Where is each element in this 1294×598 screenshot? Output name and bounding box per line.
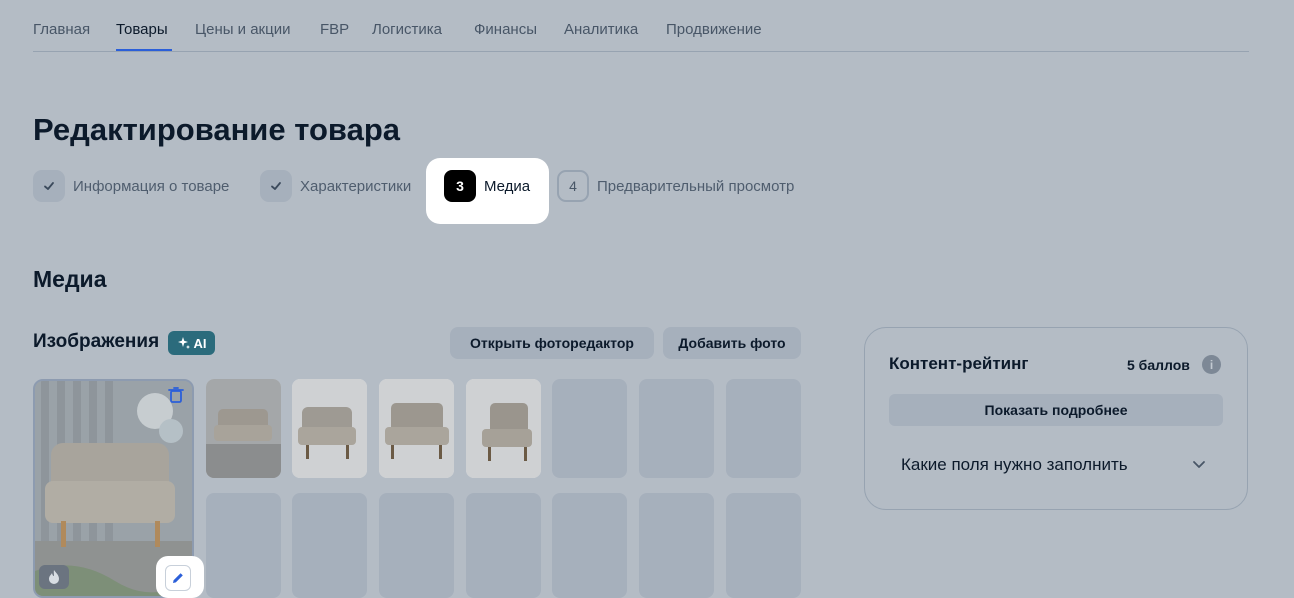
step-number: 3 (444, 170, 476, 202)
nav-tab-logistics[interactable]: Логистика (372, 21, 442, 38)
edit-photo-button[interactable] (165, 565, 191, 591)
content-rating-score: 5 баллов (1127, 357, 1190, 373)
photo-thumbnail[interactable] (206, 379, 281, 478)
step-label: Характеристики (300, 178, 412, 195)
required-fields-toggle[interactable]: Какие поля нужно заполнить (901, 455, 1128, 475)
step-label: Медиа (484, 178, 531, 195)
step-number: 4 (557, 170, 589, 202)
empty-photo-slot[interactable] (292, 493, 367, 598)
trash-icon[interactable] (166, 386, 186, 404)
empty-photo-slot[interactable] (552, 493, 627, 598)
content-rating-title: Контент-рейтинг (889, 354, 1029, 373)
nav-tab-products[interactable]: Товары (116, 21, 168, 38)
sparkle-icon (177, 337, 190, 349)
nav-tab-finance[interactable]: Финансы (474, 21, 537, 38)
nav-tab-analytics[interactable]: Аналитика (564, 21, 638, 38)
nav-tab-promotion[interactable]: Продвижение (666, 21, 762, 38)
empty-photo-slot[interactable] (206, 493, 281, 598)
add-photo-button[interactable]: Добавить фото (663, 327, 801, 359)
check-icon (33, 170, 65, 202)
page-title: Редактирование товара (33, 112, 400, 147)
nav-tab-fbp[interactable]: FBP (320, 21, 349, 38)
check-icon (260, 170, 292, 202)
fire-icon[interactable] (39, 565, 69, 589)
content-rating-card: Контент-рейтинг 5 баллов i Показать подр… (864, 327, 1248, 510)
empty-photo-slot[interactable] (639, 493, 714, 598)
chevron-down-icon[interactable] (1191, 456, 1207, 472)
section-title-media: Медиа (33, 266, 107, 292)
ai-badge[interactable]: AI (168, 331, 215, 355)
step-label: Предварительный просмотр (597, 178, 795, 195)
images-title: Изображения (33, 331, 160, 352)
nav-tab-home[interactable]: Главная (33, 21, 90, 38)
top-navigation: Главная Товары Цены и акции FBP Логистик… (33, 0, 1249, 52)
info-icon[interactable]: i (1202, 355, 1221, 374)
empty-photo-slot[interactable] (466, 493, 541, 598)
empty-photo-slot[interactable] (726, 379, 801, 478)
photo-thumbnail[interactable] (466, 379, 541, 478)
photo-thumbnail[interactable] (379, 379, 454, 478)
ai-badge-label: AI (193, 335, 207, 351)
step-label: Информация о товаре (73, 178, 230, 195)
show-details-button[interactable]: Показать подробнее (889, 394, 1223, 426)
empty-photo-slot[interactable] (639, 379, 714, 478)
empty-photo-slot[interactable] (726, 493, 801, 598)
active-tab-indicator (116, 49, 172, 51)
empty-photo-slot[interactable] (379, 493, 454, 598)
pencil-icon (173, 573, 183, 583)
open-photo-editor-button[interactable]: Открыть фоторедактор (450, 327, 654, 359)
empty-photo-slot[interactable] (552, 379, 627, 478)
nav-tab-prices[interactable]: Цены и акции (195, 21, 290, 38)
photo-thumbnail[interactable] (292, 379, 367, 478)
